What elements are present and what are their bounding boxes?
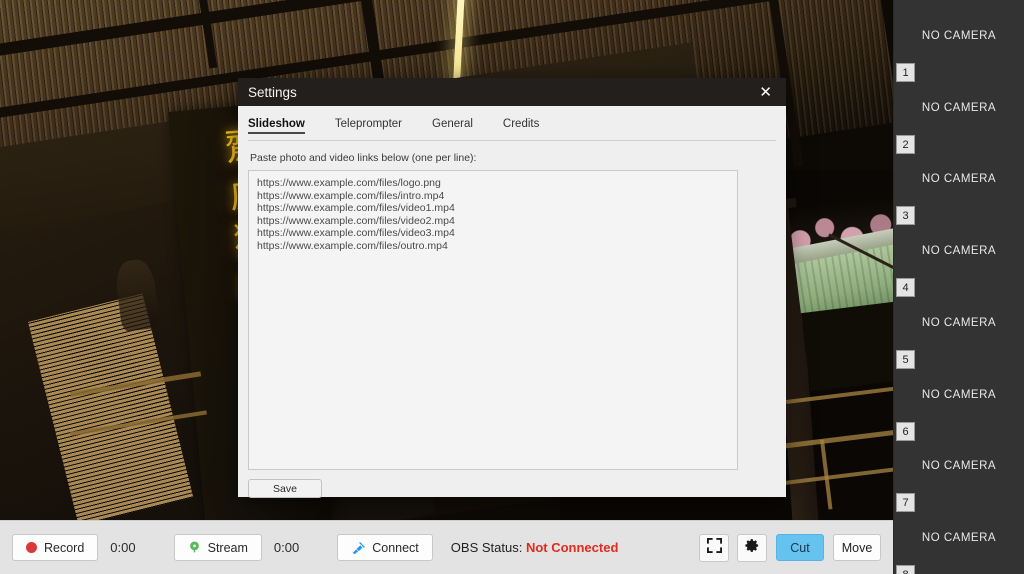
media-link-row: https://www.example.com/files/video2.mp4 bbox=[257, 214, 455, 227]
save-button[interactable]: Save bbox=[248, 479, 322, 498]
record-button[interactable]: Record bbox=[12, 534, 99, 561]
camera-slot-label: NO CAMERA bbox=[921, 532, 997, 545]
camera-slot[interactable]: NO CAMERA 4 bbox=[894, 215, 1024, 297]
fullscreen-button[interactable] bbox=[699, 533, 729, 562]
tab-slideshow[interactable]: Slideshow bbox=[248, 116, 305, 134]
stream-button[interactable]: Stream bbox=[173, 534, 262, 561]
cut-mode-button[interactable]: Cut bbox=[776, 534, 824, 561]
media-link-row: https://www.example.com/files/logo.png bbox=[257, 177, 441, 189]
connect-button[interactable]: Connect bbox=[337, 534, 433, 561]
gear-icon bbox=[744, 538, 760, 558]
camera-slot-label: NO CAMERA bbox=[921, 245, 997, 258]
media-link-row: https://www.example.com/files/intro.mp4 bbox=[257, 189, 445, 202]
dialog-title: Settings bbox=[248, 84, 297, 100]
links-field-label: Paste photo and video links below (one p… bbox=[250, 152, 477, 164]
camera-slot[interactable]: NO CAMERA 5 bbox=[894, 287, 1024, 369]
tab-teleprompter[interactable]: Teleprompter bbox=[335, 116, 402, 134]
camera-slot-label: NO CAMERA bbox=[921, 101, 997, 114]
camera-slot[interactable]: NO CAMERA 1 bbox=[894, 0, 1024, 82]
bottom-toolbar: Record 0:00 Stream 0:00 Connect OBS Stat… bbox=[0, 520, 893, 574]
dialog-header: Settings ✕ bbox=[238, 78, 786, 106]
move-mode-button[interactable]: Move bbox=[833, 534, 881, 561]
app-root: ⤓ 齋虎獅神 Settings ✕ bbox=[0, 0, 1024, 574]
tab-credits[interactable]: Credits bbox=[503, 116, 539, 134]
record-dot-icon bbox=[26, 542, 37, 553]
camera-sidebar: NO CAMERA 1 NO CAMERA 2 NO CAMERA 3 NO CAMERA 4… bbox=[893, 0, 1024, 574]
media-link-row: https://www.example.com/files/outro.mp4 bbox=[257, 239, 448, 252]
record-timer: 0:00 bbox=[110, 540, 136, 555]
media-link-row: https://www.example.com/files/video1.mp4 bbox=[257, 202, 455, 215]
settings-dialog: Settings ✕ Slideshow Teleprompter Genera… bbox=[238, 78, 786, 498]
camera-slot-badge: 8 bbox=[896, 565, 915, 574]
media-links-textarea[interactable]: https://www.example.com/files/logo.png ht… bbox=[248, 170, 738, 470]
fullscreen-icon bbox=[706, 537, 722, 558]
connect-button-label: Connect bbox=[372, 540, 419, 555]
close-icon[interactable]: ✕ bbox=[755, 83, 776, 102]
dialog-body: Slideshow Teleprompter General Credits P… bbox=[238, 106, 786, 498]
tab-general[interactable]: General bbox=[432, 116, 473, 134]
broadcast-icon bbox=[188, 541, 201, 554]
obs-status: OBS Status: Not Connected bbox=[451, 540, 619, 555]
camera-slot-label: NO CAMERA bbox=[921, 29, 997, 42]
camera-slot-label: NO CAMERA bbox=[921, 173, 997, 186]
camera-slot[interactable]: NO CAMERA 6 bbox=[894, 359, 1024, 441]
camera-slot-label: NO CAMERA bbox=[921, 388, 997, 401]
dialog-tabs: Slideshow Teleprompter General Credits bbox=[248, 116, 776, 141]
camera-slot-label: NO CAMERA bbox=[921, 316, 997, 329]
record-button-label: Record bbox=[44, 540, 85, 555]
stream-timer: 0:00 bbox=[273, 540, 300, 555]
settings-button[interactable] bbox=[737, 533, 767, 562]
camera-slot[interactable]: NO CAMERA 7 bbox=[894, 431, 1024, 513]
camera-slot[interactable]: NO CAMERA 8 bbox=[894, 502, 1024, 574]
camera-slot[interactable]: NO CAMERA 2 bbox=[894, 72, 1024, 154]
camera-slot[interactable]: NO CAMERA 3 bbox=[894, 144, 1024, 226]
stream-button-label: Stream bbox=[207, 540, 248, 555]
camera-slot-label: NO CAMERA bbox=[921, 460, 997, 473]
obs-status-value: Not Connected bbox=[525, 540, 619, 555]
plug-icon bbox=[351, 541, 366, 555]
media-link-row: https://www.example.com/files/video3.mp4 bbox=[257, 227, 455, 240]
obs-status-label: OBS Status: bbox=[450, 540, 523, 555]
